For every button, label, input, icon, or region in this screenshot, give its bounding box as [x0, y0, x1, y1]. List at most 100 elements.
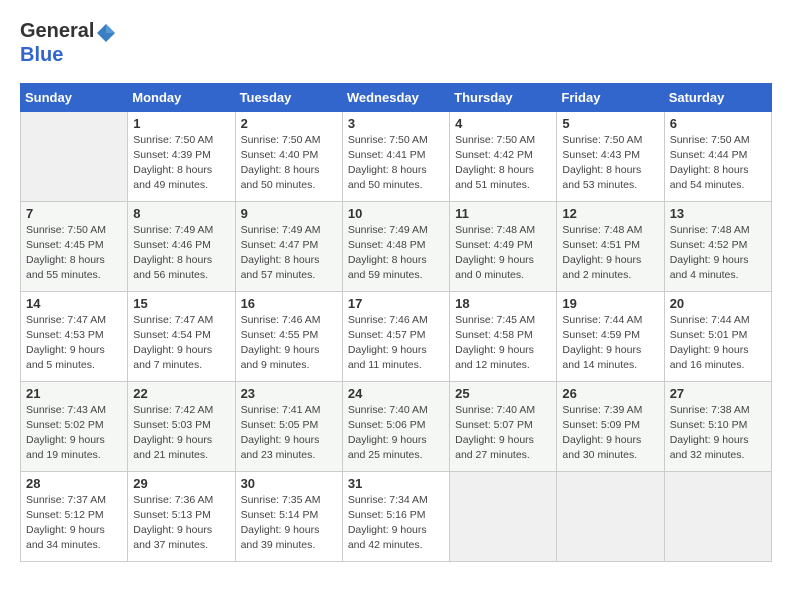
- day-number: 9: [241, 206, 337, 221]
- week-row-2: 7 Sunrise: 7:50 AMSunset: 4:45 PMDaylight…: [21, 201, 772, 291]
- day-number: 15: [133, 296, 229, 311]
- day-number: 18: [455, 296, 551, 311]
- calendar-cell: 26Sunrise: 7:39 AMSunset: 5:09 PMDayligh…: [557, 381, 664, 471]
- day-info: Sunrise: 7:49 AMSunset: 4:46 PMDaylight:…: [133, 223, 229, 284]
- day-number: 14: [26, 296, 122, 311]
- day-number: 17: [348, 296, 444, 311]
- calendar-cell: 14 Sunrise: 7:47 AMSunset: 4:53 PMDayligh…: [21, 291, 128, 381]
- calendar-cell: 27 Sunrise: 7:38 AMSunset: 5:10 PMDayligh…: [664, 381, 771, 471]
- calendar-cell: 1 Sunrise: 7:50 AMSunset: 4:39 PMDaylight…: [128, 111, 235, 201]
- day-info: Sunrise: 7:34 AMSunset: 5:16 PMDaylight:…: [348, 493, 444, 554]
- weekday-header-monday: Monday: [128, 83, 235, 111]
- calendar-cell: 7 Sunrise: 7:50 AMSunset: 4:45 PMDaylight…: [21, 201, 128, 291]
- day-number: 8: [133, 206, 229, 221]
- week-row-4: 21 Sunrise: 7:43 AMSunset: 5:02 PMDayligh…: [21, 381, 772, 471]
- weekday-header-thursday: Thursday: [450, 83, 557, 111]
- calendar-cell: 29Sunrise: 7:36 AMSunset: 5:13 PMDayligh…: [128, 471, 235, 561]
- logo-general: General: [20, 20, 94, 42]
- day-info: Sunrise: 7:40 AMSunset: 5:06 PMDaylight:…: [348, 403, 444, 464]
- day-number: 30: [241, 476, 337, 491]
- calendar-cell: [557, 471, 664, 561]
- day-info: Sunrise: 7:48 AMSunset: 4:49 PMDaylight:…: [455, 223, 551, 284]
- day-info: Sunrise: 7:47 AMSunset: 4:53 PMDaylight:…: [26, 313, 122, 374]
- day-info: Sunrise: 7:50 AMSunset: 4:40 PMDaylight:…: [241, 133, 337, 194]
- day-number: 1: [133, 116, 229, 131]
- page-header: General Blue: [20, 20, 772, 67]
- day-info: Sunrise: 7:50 AMSunset: 4:41 PMDaylight:…: [348, 133, 444, 194]
- week-row-3: 14 Sunrise: 7:47 AMSunset: 4:53 PMDayligh…: [21, 291, 772, 381]
- calendar-cell: 12 Sunrise: 7:48 AMSunset: 4:51 PMDayligh…: [557, 201, 664, 291]
- calendar-cell: 25 Sunrise: 7:40 AMSunset: 5:07 PMDayligh…: [450, 381, 557, 471]
- calendar-cell: 31 Sunrise: 7:34 AMSunset: 5:16 PMDayligh…: [342, 471, 449, 561]
- calendar-cell: 18 Sunrise: 7:45 AMSunset: 4:58 PMDayligh…: [450, 291, 557, 381]
- day-number: 16: [241, 296, 337, 311]
- day-info: Sunrise: 7:43 AMSunset: 5:02 PMDaylight:…: [26, 403, 122, 464]
- day-info: Sunrise: 7:48 AMSunset: 4:52 PMDaylight:…: [670, 223, 766, 284]
- day-info: Sunrise: 7:49 AMSunset: 4:48 PMDaylight:…: [348, 223, 444, 284]
- day-info: Sunrise: 7:44 AMSunset: 5:01 PMDaylight:…: [670, 313, 766, 374]
- day-info: Sunrise: 7:45 AMSunset: 4:58 PMDaylight:…: [455, 313, 551, 374]
- day-info: Sunrise: 7:50 AMSunset: 4:44 PMDaylight:…: [670, 133, 766, 194]
- calendar-cell: 16Sunrise: 7:46 AMSunset: 4:55 PMDayligh…: [235, 291, 342, 381]
- day-number: 12: [562, 206, 658, 221]
- day-number: 27: [670, 386, 766, 401]
- calendar-cell: 24 Sunrise: 7:40 AMSunset: 5:06 PMDayligh…: [342, 381, 449, 471]
- calendar-cell: 2 Sunrise: 7:50 AMSunset: 4:40 PMDaylight…: [235, 111, 342, 201]
- day-number: 10: [348, 206, 444, 221]
- logo-text: General Blue: [20, 20, 118, 67]
- day-info: Sunrise: 7:50 AMSunset: 4:43 PMDaylight:…: [562, 133, 658, 194]
- calendar-cell: 20 Sunrise: 7:44 AMSunset: 5:01 PMDayligh…: [664, 291, 771, 381]
- day-info: Sunrise: 7:50 AMSunset: 4:45 PMDaylight:…: [26, 223, 122, 284]
- day-number: 2: [241, 116, 337, 131]
- week-row-1: 1 Sunrise: 7:50 AMSunset: 4:39 PMDaylight…: [21, 111, 772, 201]
- weekday-header-friday: Friday: [557, 83, 664, 111]
- day-number: 24: [348, 386, 444, 401]
- calendar-cell: 22Sunrise: 7:42 AMSunset: 5:03 PMDayligh…: [128, 381, 235, 471]
- day-number: 4: [455, 116, 551, 131]
- calendar-cell: 5 Sunrise: 7:50 AMSunset: 4:43 PMDaylight…: [557, 111, 664, 201]
- day-info: Sunrise: 7:40 AMSunset: 5:07 PMDaylight:…: [455, 403, 551, 464]
- calendar-cell: 30 Sunrise: 7:35 AMSunset: 5:14 PMDayligh…: [235, 471, 342, 561]
- day-number: 25: [455, 386, 551, 401]
- calendar-cell: 6 Sunrise: 7:50 AMSunset: 4:44 PMDaylight…: [664, 111, 771, 201]
- calendar-cell: 17 Sunrise: 7:46 AMSunset: 4:57 PMDayligh…: [342, 291, 449, 381]
- day-info: Sunrise: 7:50 AMSunset: 4:39 PMDaylight:…: [133, 133, 229, 194]
- day-info: Sunrise: 7:46 AMSunset: 4:57 PMDaylight:…: [348, 313, 444, 374]
- day-number: 19: [562, 296, 658, 311]
- week-row-5: 28 Sunrise: 7:37 AMSunset: 5:12 PMDayligh…: [21, 471, 772, 561]
- day-number: 11: [455, 206, 551, 221]
- day-info: Sunrise: 7:41 AMSunset: 5:05 PMDaylight:…: [241, 403, 337, 464]
- day-info: Sunrise: 7:48 AMSunset: 4:51 PMDaylight:…: [562, 223, 658, 284]
- day-info: Sunrise: 7:47 AMSunset: 4:54 PMDaylight:…: [133, 313, 229, 374]
- calendar-cell: 23Sunrise: 7:41 AMSunset: 5:05 PMDayligh…: [235, 381, 342, 471]
- day-number: 28: [26, 476, 122, 491]
- day-number: 5: [562, 116, 658, 131]
- logo: General Blue: [20, 20, 118, 67]
- calendar-cell: 28 Sunrise: 7:37 AMSunset: 5:12 PMDayligh…: [21, 471, 128, 561]
- day-info: Sunrise: 7:38 AMSunset: 5:10 PMDaylight:…: [670, 403, 766, 464]
- day-info: Sunrise: 7:44 AMSunset: 4:59 PMDaylight:…: [562, 313, 658, 374]
- calendar-cell: 15 Sunrise: 7:47 AMSunset: 4:54 PMDayligh…: [128, 291, 235, 381]
- day-info: Sunrise: 7:50 AMSunset: 4:42 PMDaylight:…: [455, 133, 551, 194]
- logo-icon: [95, 22, 117, 44]
- calendar-cell: 10 Sunrise: 7:49 AMSunset: 4:48 PMDayligh…: [342, 201, 449, 291]
- weekday-header-row: SundayMondayTuesdayWednesdayThursdayFrid…: [21, 83, 772, 111]
- day-info: Sunrise: 7:37 AMSunset: 5:12 PMDaylight:…: [26, 493, 122, 554]
- day-number: 20: [670, 296, 766, 311]
- day-number: 7: [26, 206, 122, 221]
- day-number: 13: [670, 206, 766, 221]
- day-info: Sunrise: 7:35 AMSunset: 5:14 PMDaylight:…: [241, 493, 337, 554]
- day-info: Sunrise: 7:49 AMSunset: 4:47 PMDaylight:…: [241, 223, 337, 284]
- calendar-cell: 3Sunrise: 7:50 AMSunset: 4:41 PMDaylight…: [342, 111, 449, 201]
- day-number: 21: [26, 386, 122, 401]
- weekday-header-wednesday: Wednesday: [342, 83, 449, 111]
- calendar-cell: 11 Sunrise: 7:48 AMSunset: 4:49 PMDayligh…: [450, 201, 557, 291]
- calendar-table: SundayMondayTuesdayWednesdayThursdayFrid…: [20, 83, 772, 562]
- day-number: 31: [348, 476, 444, 491]
- day-number: 6: [670, 116, 766, 131]
- calendar-cell: 21 Sunrise: 7:43 AMSunset: 5:02 PMDayligh…: [21, 381, 128, 471]
- day-info: Sunrise: 7:36 AMSunset: 5:13 PMDaylight:…: [133, 493, 229, 554]
- calendar-cell: [21, 111, 128, 201]
- weekday-header-saturday: Saturday: [664, 83, 771, 111]
- day-number: 26: [562, 386, 658, 401]
